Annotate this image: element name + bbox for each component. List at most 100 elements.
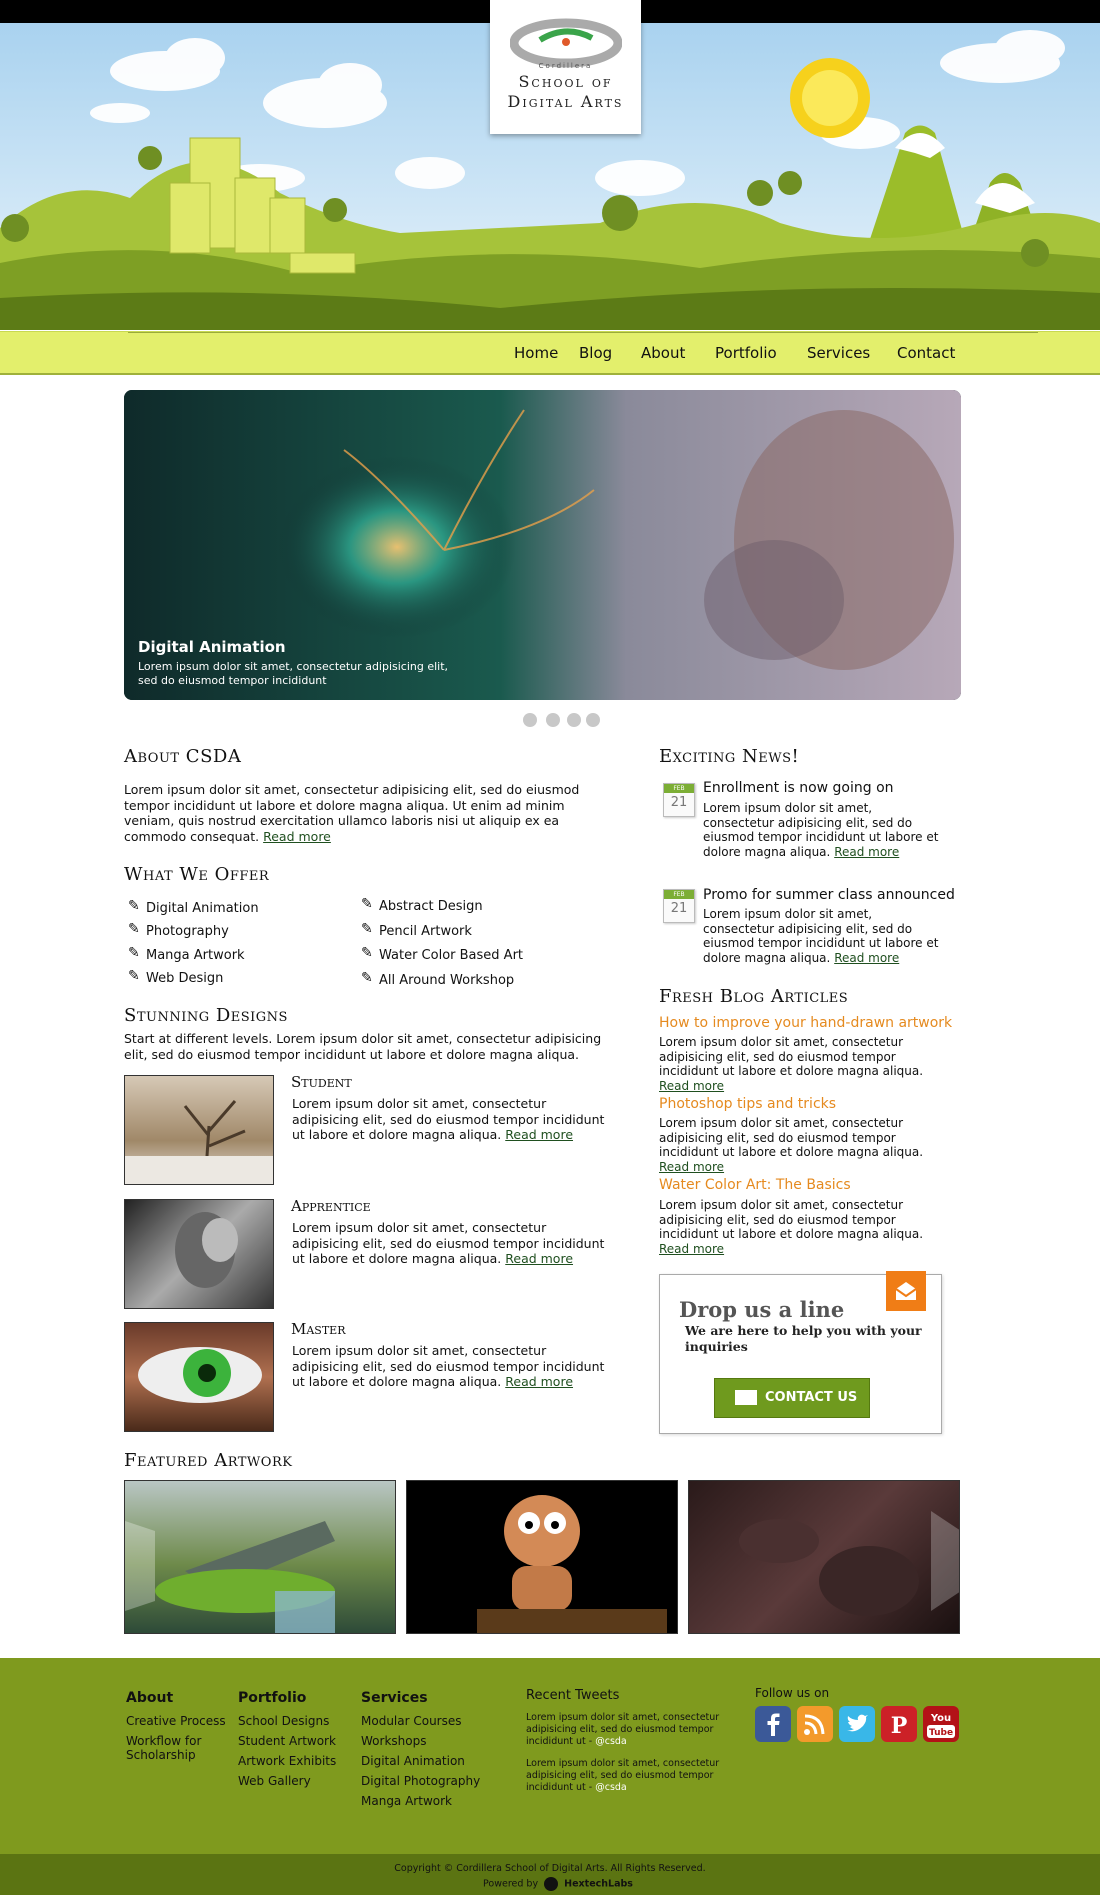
news-read-more[interactable]: Read more bbox=[834, 845, 899, 859]
rss-glyph bbox=[804, 1714, 825, 1735]
logo-small-text: Cordillera bbox=[538, 62, 593, 70]
powered-by: Powered by HextechLabs bbox=[483, 1877, 633, 1891]
envelope-icon bbox=[735, 1390, 757, 1405]
student-thumbnail[interactable] bbox=[124, 1075, 274, 1185]
footer-link[interactable]: Workflow for Scholarship bbox=[126, 1734, 216, 1762]
brush-icon: ✎ bbox=[361, 970, 373, 986]
nav-about[interactable]: About bbox=[641, 344, 685, 362]
slider-dot-4[interactable] bbox=[586, 713, 600, 727]
tier-apprentice-text: Lorem ipsum dolor sit amet, consectetur … bbox=[292, 1220, 612, 1267]
rss-icon[interactable] bbox=[797, 1706, 833, 1742]
news-item-body: Lorem ipsum dolor sit amet, consectetur … bbox=[703, 907, 939, 965]
slide-text: Lorem ipsum dolor sit amet, consectetur … bbox=[138, 660, 449, 687]
footer-link[interactable]: Digital Animation bbox=[361, 1754, 465, 1768]
footer-about-title: About bbox=[126, 1690, 174, 1706]
nav-blog[interactable]: Blog bbox=[579, 344, 612, 362]
hero-slider[interactable]: Digital Animation Lorem ipsum dolor sit … bbox=[124, 390, 961, 700]
blog-heading: Fresh Blog Articles bbox=[659, 986, 849, 1007]
blog-read-more[interactable]: Read more bbox=[659, 1079, 724, 1093]
youtube-glyph: You Tube bbox=[927, 1713, 955, 1738]
blog-post-title[interactable]: Photoshop tips and tricks bbox=[659, 1096, 836, 1112]
blog-read-more[interactable]: Read more bbox=[659, 1160, 724, 1174]
about-body: Lorem ipsum dolor sit amet, consectetur … bbox=[124, 782, 580, 844]
fantasy-landscape-image bbox=[125, 1521, 335, 1633]
tier-master-text: Lorem ipsum dolor sit amet, consectetur … bbox=[292, 1343, 612, 1390]
footer-link[interactable]: Digital Photography bbox=[361, 1774, 480, 1788]
brush-icon: ✎ bbox=[128, 945, 140, 961]
tier-apprentice-title: Apprentice bbox=[291, 1197, 371, 1215]
offer-item: Pencil Artwork bbox=[379, 924, 472, 939]
slider-dot-2[interactable] bbox=[546, 713, 560, 727]
blog-post-text: Lorem ipsum dolor sit amet, consectetur … bbox=[659, 1198, 939, 1256]
twitter-glyph bbox=[847, 1714, 868, 1732]
youtube-icon[interactable]: You Tube bbox=[923, 1706, 959, 1742]
facebook-icon[interactable] bbox=[755, 1706, 791, 1742]
logo-line-1: School of bbox=[518, 72, 613, 91]
contact-heading: Drop us a line bbox=[679, 1297, 845, 1322]
nav-contact[interactable]: Contact bbox=[897, 344, 955, 362]
nav-portfolio[interactable]: Portfolio bbox=[715, 344, 777, 362]
featured-artwork-2[interactable] bbox=[406, 1480, 678, 1634]
offer-item: Photography bbox=[146, 924, 229, 939]
blog-post-body: Lorem ipsum dolor sit amet, consectetur … bbox=[659, 1198, 924, 1241]
news-item-title[interactable]: Enrollment is now going on bbox=[703, 780, 894, 796]
footer-link[interactable]: Manga Artwork bbox=[361, 1794, 452, 1808]
blog-post-text: Lorem ipsum dolor sit amet, consectetur … bbox=[659, 1116, 939, 1174]
blog-post-body: Lorem ipsum dolor sit amet, consectetur … bbox=[659, 1116, 924, 1159]
blog-read-more[interactable]: Read more bbox=[659, 1242, 724, 1256]
slider-dot-1[interactable] bbox=[523, 713, 537, 727]
main-nav: Home Blog About Portfolio Services Conta… bbox=[0, 331, 1100, 375]
copyright-text: Copyright © Cordillera School of Digital… bbox=[394, 1863, 706, 1874]
footer-link[interactable]: Workshops bbox=[361, 1734, 426, 1748]
brush-icon: ✎ bbox=[128, 898, 140, 914]
green-eye-image bbox=[138, 1347, 262, 1403]
news-item-title[interactable]: Promo for summer class announced bbox=[703, 887, 955, 903]
apprentice-thumbnail[interactable] bbox=[124, 1199, 274, 1309]
about-heading: About CSDA bbox=[124, 746, 242, 767]
about-text: Lorem ipsum dolor sit amet, consectetur … bbox=[124, 782, 614, 844]
school-logo[interactable]: Cordillera School of Digital Arts bbox=[490, 0, 641, 134]
logo-line-2: Digital Arts bbox=[507, 92, 624, 111]
dark-battle-image bbox=[739, 1511, 959, 1616]
blog-post-title[interactable]: How to improve your hand-drawn artwork bbox=[659, 1015, 952, 1031]
twitter-icon[interactable] bbox=[839, 1706, 875, 1742]
contact-us-label: CONTACT US bbox=[765, 1390, 858, 1405]
hextech-link[interactable]: HextechLabs bbox=[564, 1879, 633, 1890]
footer-services-title: Services bbox=[361, 1690, 428, 1706]
nav-home[interactable]: Home bbox=[514, 344, 558, 362]
master-thumbnail[interactable] bbox=[124, 1322, 274, 1432]
contact-subheading: We are here to help you with your inquir… bbox=[685, 1323, 922, 1354]
footer-link[interactable]: Creative Process bbox=[126, 1714, 226, 1728]
calendar-icon: FEB 21 bbox=[663, 889, 695, 923]
news-read-more[interactable]: Read more bbox=[834, 951, 899, 965]
slider-dot-3[interactable] bbox=[567, 713, 581, 727]
nav-services[interactable]: Services bbox=[807, 344, 870, 362]
tier-apprentice-read-more[interactable]: Read more bbox=[505, 1251, 573, 1266]
brush-icon: ✎ bbox=[128, 921, 140, 937]
pinterest-icon[interactable]: P bbox=[881, 1706, 917, 1742]
footer-link[interactable]: Artwork Exhibits bbox=[238, 1754, 336, 1768]
featured-heading: Featured Artwork bbox=[124, 1450, 293, 1471]
tier-student-read-more[interactable]: Read more bbox=[505, 1127, 573, 1142]
about-read-more[interactable]: Read more bbox=[263, 829, 331, 844]
contact-us-button[interactable]: CONTACT US bbox=[714, 1378, 870, 1418]
tier-master-read-more[interactable]: Read more bbox=[505, 1374, 573, 1389]
svg-text:You: You bbox=[930, 1713, 951, 1724]
blog-post-title[interactable]: Water Color Art: The Basics bbox=[659, 1177, 851, 1193]
designs-intro: Start at different levels. Lorem ipsum d… bbox=[124, 1031, 602, 1062]
contact-box: Drop us a line We are here to help you w… bbox=[659, 1271, 942, 1434]
featured-artwork-1[interactable] bbox=[124, 1480, 396, 1634]
featured-artwork-3[interactable] bbox=[688, 1480, 960, 1634]
offer-item: Water Color Based Art bbox=[379, 948, 524, 963]
tweet-handle[interactable]: @csda bbox=[595, 1782, 627, 1793]
blog-post-body: Lorem ipsum dolor sit amet, consectetur … bbox=[659, 1035, 924, 1078]
envelope-open-glyph bbox=[895, 1282, 917, 1300]
tweet-handle[interactable]: @csda bbox=[595, 1736, 627, 1747]
offer-heading: What We Offer bbox=[124, 864, 270, 885]
calendar-month: FEB bbox=[664, 784, 694, 793]
footer-link[interactable]: School Designs bbox=[238, 1714, 329, 1728]
footer-link[interactable]: Modular Courses bbox=[361, 1714, 462, 1728]
tier-student-title: Student bbox=[291, 1073, 352, 1091]
footer-link[interactable]: Student Artwork bbox=[238, 1734, 336, 1748]
footer-link[interactable]: Web Gallery bbox=[238, 1774, 311, 1788]
